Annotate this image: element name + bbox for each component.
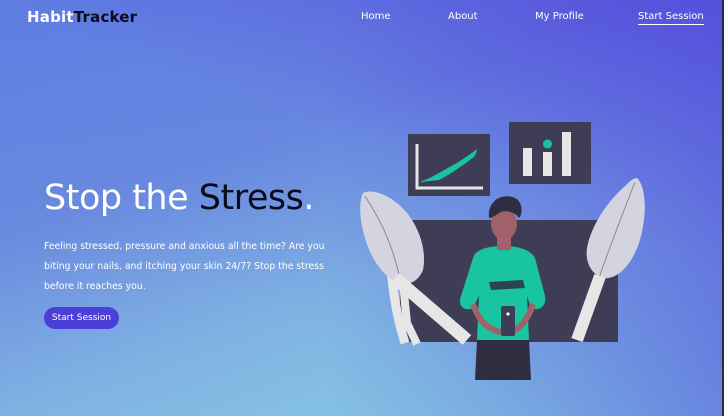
person-with-phone-illustration <box>360 122 645 380</box>
hero-description: Feeling stressed, pressure and anxious a… <box>44 241 325 292</box>
hero-title-light: Stop the <box>44 178 189 218</box>
bar-chart-panel <box>509 122 591 184</box>
logo[interactable]: HabitTracker <box>27 8 137 26</box>
hero-title-dark: Stress <box>198 178 304 218</box>
nav-about-link[interactable]: About <box>448 11 478 22</box>
nav-home-link[interactable]: Home <box>361 11 391 22</box>
nav-start-session-link[interactable]: Start Session <box>638 11 704 25</box>
hero-title: Stop the Stress. <box>44 178 314 218</box>
start-session-button[interactable]: Start Session <box>44 307 119 329</box>
logo-text-dark: Tracker <box>73 8 138 26</box>
hero-title-period: . <box>303 178 314 218</box>
nav-profile-link[interactable]: My Profile <box>535 11 584 22</box>
line-chart-panel <box>408 134 490 196</box>
navbar: HabitTracker Home About My Profile Start… <box>0 0 724 34</box>
logo-text-light: Habit <box>27 8 74 26</box>
